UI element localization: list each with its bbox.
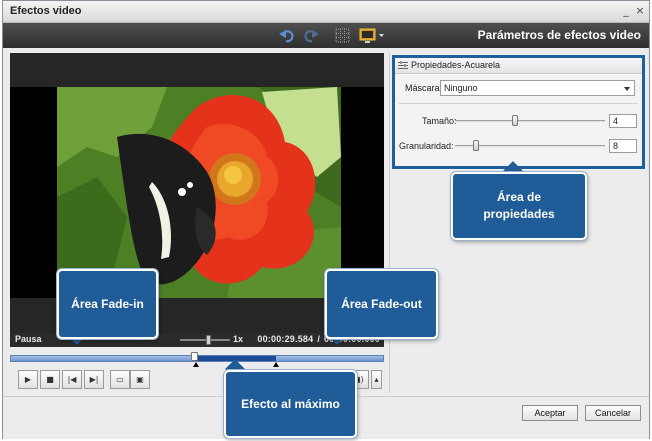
size-label: Tamaño: [422, 116, 457, 126]
properties-divider [399, 103, 638, 104]
window-title: Efectos video [10, 5, 82, 17]
mask-select-value: Ninguno [444, 83, 478, 93]
chevron-up-icon: ▴ [374, 375, 379, 384]
skip-forward-icon: ▶| [89, 375, 99, 384]
toolbar: Parámetros de efectos video [3, 23, 649, 48]
volume-icon: ◖) [356, 375, 364, 384]
accept-button[interactable]: Aceptar [522, 405, 578, 421]
timeline-playhead[interactable] [191, 352, 198, 361]
title-bar: Efectos video _ × [3, 1, 649, 23]
preview-panel: Pausa 1x 00:00:29.584/00:00:00.000 ▶ ■ |… [10, 53, 384, 393]
callout-effect-max: Efecto al máximo [224, 370, 357, 438]
monitor-icon[interactable] [358, 26, 384, 45]
mask-label: Máscara [405, 83, 440, 93]
speed-slider-thumb[interactable] [206, 335, 211, 345]
toolbar-title: Parámetros de efectos video [477, 28, 641, 42]
play-button[interactable]: ▶ [18, 370, 38, 389]
current-time: 00:00:29.584 [257, 334, 314, 344]
callout-properties-area: Área de propiedades [451, 172, 587, 240]
fullscreen-icon: ▣ [136, 375, 144, 384]
fade-in-marker[interactable] [193, 362, 199, 367]
time-separator: / [317, 334, 321, 344]
close-button[interactable]: × [634, 5, 646, 17]
skip-forward-button[interactable]: ▶| [84, 370, 104, 389]
callout-properties-line2: propiedades [483, 207, 555, 221]
minimize-button[interactable]: _ [620, 5, 632, 17]
properties-icon [398, 61, 408, 70]
fit-button[interactable]: ▭ [110, 370, 130, 389]
stop-button[interactable]: ■ [40, 370, 60, 389]
properties-header: Propiedades-Acuarela [395, 58, 642, 74]
redo-icon[interactable] [301, 26, 320, 45]
callout-fade-out: Área Fade-out [325, 269, 438, 339]
stop-icon: ■ [46, 375, 54, 384]
effect-timeline[interactable] [10, 351, 384, 367]
fullscreen-button[interactable]: ▣ [130, 370, 150, 389]
size-input[interactable]: 4 [609, 114, 637, 128]
granularity-slider-thumb[interactable] [473, 140, 479, 151]
properties-area: Propiedades-Acuarela Máscara Ninguno Tam… [392, 55, 645, 169]
callout-fade-in: Área Fade-in [57, 269, 158, 339]
properties-title: Propiedades-Acuarela [411, 60, 501, 70]
skip-back-button[interactable]: |◀ [62, 370, 82, 389]
grid-icon[interactable] [333, 26, 352, 45]
speed-slider-track[interactable] [180, 339, 230, 341]
callout-properties-line1: Área de [496, 190, 542, 204]
fit-icon: ▭ [116, 375, 124, 384]
video-frame [10, 87, 384, 298]
fade-out-marker[interactable] [273, 362, 279, 367]
cancel-button[interactable]: Cancelar [585, 405, 641, 421]
speed-label: 1x [233, 334, 244, 344]
size-slider-thumb[interactable] [512, 115, 518, 126]
play-icon: ▶ [24, 375, 32, 384]
granularity-input[interactable]: 8 [609, 139, 637, 153]
undo-icon[interactable] [278, 26, 297, 45]
size-slider-track[interactable] [455, 120, 605, 122]
volume-menu-button[interactable]: ▴ [371, 370, 382, 389]
granularity-label: Granularidad: [399, 141, 454, 151]
watercolor-butterfly-image [57, 87, 341, 298]
mask-select[interactable]: Ninguno [440, 80, 635, 96]
playback-status: Pausa [15, 334, 42, 344]
skip-back-icon: |◀ [67, 375, 77, 384]
chevron-down-icon [624, 87, 630, 91]
